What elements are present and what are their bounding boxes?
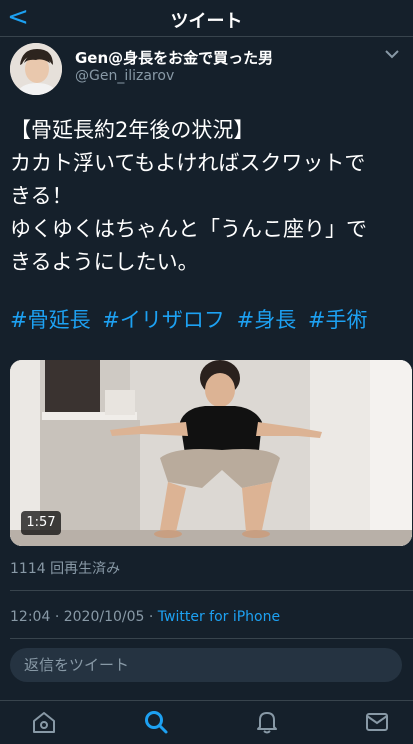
messages-icon[interactable]: [364, 709, 390, 735]
hashtag-link[interactable]: #イリザロフ: [102, 308, 225, 332]
home-icon[interactable]: [31, 709, 57, 735]
hashtag-link[interactable]: #身長: [237, 308, 297, 332]
tweet-meta: 12:04 · 2020/10/05 · Twitter for iPhone: [10, 609, 281, 625]
hashtag-link[interactable]: #手術: [308, 308, 368, 332]
tweet-time: 12:04: [10, 609, 51, 625]
divider: [10, 638, 413, 639]
tweet-text: 【骨延長約2年後の状況】 カカト浮いてもよければスクワットで きる！ ゆくゆくは…: [10, 118, 367, 274]
notifications-icon[interactable]: [254, 709, 280, 735]
tweet-date: 2020/10/05: [63, 609, 145, 625]
video-thumbnail: [10, 360, 412, 546]
page-title: ツイート: [170, 11, 243, 32]
divider: [10, 590, 413, 591]
client-link[interactable]: Twitter for iPhone: [158, 609, 280, 625]
reply-input[interactable]: 返信をツイート: [10, 648, 402, 682]
video-duration: 1:57: [21, 511, 61, 535]
view-count: 1114 回再生済み: [10, 561, 121, 577]
search-icon[interactable]: [143, 709, 169, 735]
author-handle[interactable]: @Gen_ilizarov: [75, 68, 174, 84]
author-name[interactable]: Gen@身長をお金で買った男: [75, 47, 273, 68]
avatar[interactable]: [10, 43, 62, 95]
chevron-down-icon[interactable]: [381, 43, 403, 65]
video-player[interactable]: [10, 360, 412, 546]
tab-bar: [0, 700, 413, 744]
hashtags: #骨延長 #イリザロフ #身長 #手術: [10, 304, 373, 334]
hashtag-link[interactable]: #骨延長: [10, 308, 91, 332]
top-bar: < ツイート: [0, 0, 413, 37]
